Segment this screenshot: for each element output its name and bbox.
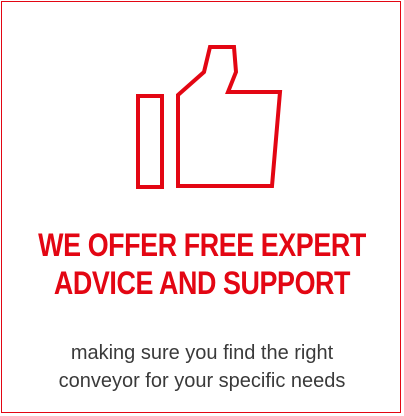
headline-line-2: ADVICE AND SUPPORT — [53, 265, 351, 301]
subtext-line-1: making sure you find the right — [70, 342, 334, 364]
feature-card: WE OFFER FREE EXPERT ADVICE AND SUPPORT … — [1, 1, 401, 413]
headline-line-1: WE OFFER FREE EXPERT — [38, 227, 366, 263]
headline: WE OFFER FREE EXPERT ADVICE AND SUPPORT — [34, 226, 370, 302]
subtext-line-2: conveyor for your specific needs — [58, 370, 346, 392]
subtext: making sure you find the right conveyor … — [2, 339, 402, 395]
thumbs-up-icon — [136, 45, 283, 189]
icon-container — [2, 2, 402, 202]
